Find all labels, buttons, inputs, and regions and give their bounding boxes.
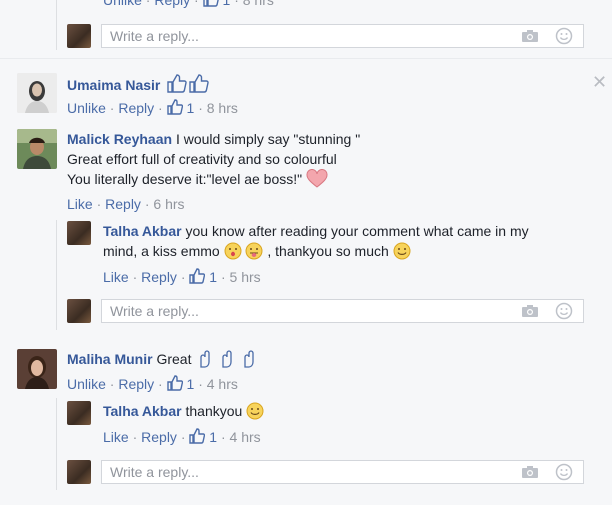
comment-text: I would simply say "stunning "	[175, 131, 361, 147]
kiss-emoji	[224, 242, 242, 260]
emoji-icon[interactable]	[555, 463, 573, 481]
author-name[interactable]: Umaima Nasir	[67, 77, 160, 93]
comment-actions: Like · Reply · 6 hrs	[67, 196, 185, 212]
thumbs-up-emoji	[167, 74, 210, 93]
author-name[interactable]: Talha Akbar	[103, 223, 182, 239]
comment-text-last: You literally deserve it:"level ae boss!…	[67, 168, 328, 189]
reply-input[interactable]	[110, 28, 490, 44]
avatar-talha	[67, 221, 91, 245]
thread-line	[56, 0, 57, 50]
avatar-talha	[67, 401, 91, 425]
reply-text-line: mind, a kiss emmo , thankyou so much	[103, 241, 411, 261]
camera-icon[interactable]	[521, 465, 539, 479]
emoji-icon[interactable]	[555, 302, 573, 320]
reply-box[interactable]	[101, 460, 584, 484]
reply-text: thankyou	[185, 403, 243, 419]
hand-emoji	[200, 350, 255, 368]
reply-link[interactable]: Reply	[118, 100, 154, 116]
like-icon	[166, 99, 183, 115]
camera-icon[interactable]	[521, 304, 539, 318]
reply-text: you know after reading your comment what…	[185, 223, 529, 239]
comment-body: Malick Reyhaan I would simply say "stunn…	[67, 129, 360, 149]
avatar-maliha	[17, 349, 57, 389]
reply-link[interactable]: Reply	[154, 0, 190, 8]
timestamp: 8 hrs	[206, 100, 238, 116]
thread-line	[56, 220, 57, 330]
top-action-row: Unlike · Reply · 1 · 8 hrs	[103, 0, 274, 10]
author-name[interactable]: Maliha Munir	[67, 351, 153, 367]
reply-box[interactable]	[101, 299, 584, 323]
avatar-current-user	[67, 24, 91, 48]
like-icon	[189, 428, 206, 444]
like-count[interactable]: 1	[209, 269, 217, 285]
reply-box[interactable]	[101, 24, 584, 48]
like-count[interactable]: 1	[187, 100, 195, 116]
unlike-link[interactable]: Unlike	[103, 0, 142, 8]
reply-link[interactable]: Reply	[141, 269, 177, 285]
tongue-emoji	[245, 242, 263, 260]
timestamp: 5 hrs	[229, 269, 261, 285]
reply-body: Talha Akbar thankyou	[103, 401, 264, 421]
divider	[0, 58, 612, 59]
reply-text: mind, a kiss emmo	[103, 243, 220, 259]
reply-body: Talha Akbar you know after reading your …	[103, 221, 529, 241]
author-name[interactable]: Talha Akbar	[103, 403, 182, 419]
author-name[interactable]: Malick Reyhaan	[67, 131, 172, 147]
camera-icon[interactable]	[521, 29, 539, 43]
avatar-current-user	[67, 460, 91, 484]
avatar-current-user	[67, 299, 91, 323]
comment-body: Maliha Munir Great	[67, 349, 261, 369]
avatar-image	[17, 129, 57, 169]
thread-line	[56, 398, 57, 490]
comment-text: Great effort full of creativity and so c…	[67, 151, 337, 167]
unlike-link[interactable]: Unlike	[67, 100, 106, 116]
reply-input[interactable]	[110, 464, 490, 480]
comment-actions: Unlike · Reply · 1 · 8 hrs	[67, 99, 238, 116]
comment-actions: Unlike · Reply · 1 · 4 hrs	[67, 375, 238, 392]
reply-link[interactable]: Reply	[141, 429, 177, 445]
avatar-malick	[17, 129, 57, 169]
like-icon	[189, 268, 206, 284]
reply-link[interactable]: Reply	[118, 376, 154, 392]
avatar-umaima	[17, 73, 57, 113]
timestamp: 4 hrs	[229, 429, 261, 445]
reply-actions: Like · Reply · 1 · 5 hrs	[103, 268, 261, 285]
reply-input[interactable]	[110, 303, 490, 319]
avatar-image	[17, 73, 57, 113]
smile-emoji	[393, 242, 411, 260]
like-link[interactable]: Like	[67, 196, 93, 212]
timestamp: 8 hrs	[242, 0, 274, 8]
heart-emoji	[306, 168, 328, 188]
reply-link[interactable]: Reply	[105, 196, 141, 212]
like-link[interactable]: Like	[103, 269, 129, 285]
like-link[interactable]: Like	[103, 429, 129, 445]
timestamp: 6 hrs	[153, 196, 185, 212]
like-count[interactable]: 1	[223, 0, 231, 8]
like-count[interactable]: 1	[187, 376, 195, 392]
reply-text: , thankyou so much	[267, 243, 389, 259]
comment-text: Great	[156, 351, 192, 367]
comment-header: Umaima Nasir	[67, 74, 210, 95]
timestamp: 4 hrs	[206, 376, 238, 392]
close-icon[interactable]: ✕	[592, 72, 607, 93]
emoji-icon[interactable]	[555, 27, 573, 45]
reply-actions: Like · Reply · 1 · 4 hrs	[103, 428, 261, 445]
like-icon	[166, 375, 183, 391]
like-count[interactable]: 1	[209, 429, 217, 445]
unlike-link[interactable]: Unlike	[67, 376, 106, 392]
comment-text: You literally deserve it:"level ae boss!…	[67, 171, 303, 187]
smile-emoji	[246, 402, 264, 420]
like-icon	[202, 0, 219, 7]
avatar-image	[17, 349, 57, 389]
